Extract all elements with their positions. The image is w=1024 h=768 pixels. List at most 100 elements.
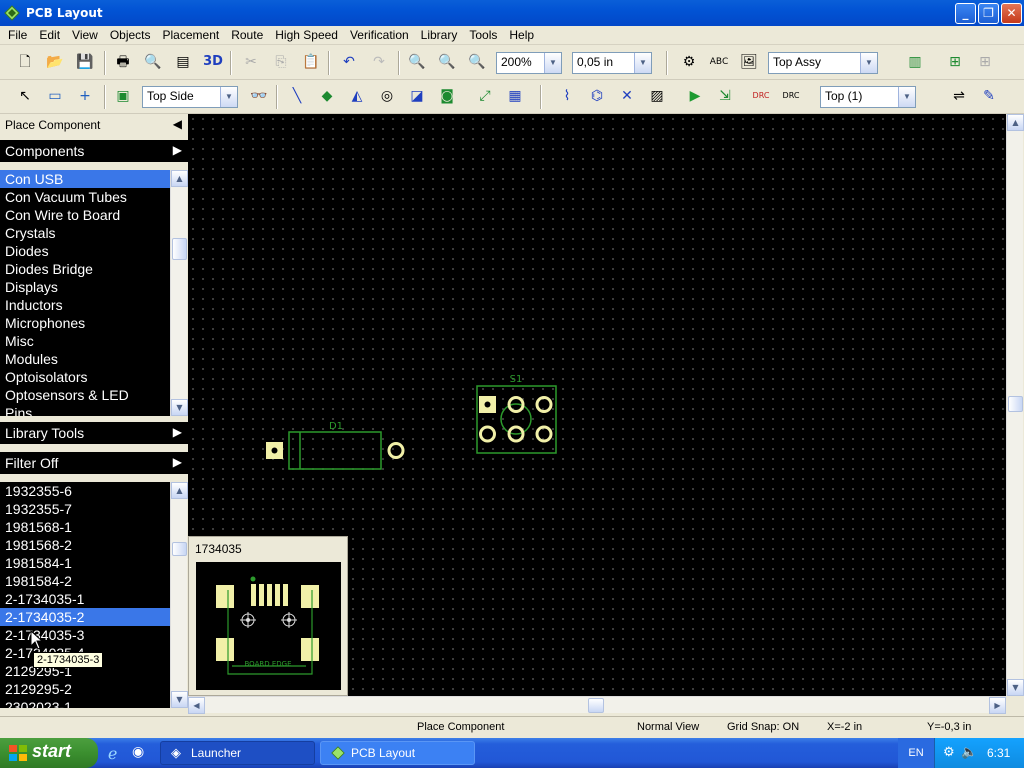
components-header[interactable]: Components ▶ xyxy=(0,140,188,162)
edit-icon[interactable]: ✎ xyxy=(978,85,1000,107)
scroll-thumb[interactable] xyxy=(172,238,187,260)
spellcheck-icon[interactable]: ABC xyxy=(708,51,730,73)
autoroute-icon[interactable]: ⌬ xyxy=(586,85,608,107)
zoom-out-icon[interactable]: 🔍 xyxy=(436,51,458,73)
menu-route[interactable]: Route xyxy=(225,28,269,42)
list-item[interactable]: 2302023-1 xyxy=(0,698,170,708)
list-item[interactable]: Modules xyxy=(0,350,170,368)
drc-settings-icon[interactable]: DRC xyxy=(780,85,802,107)
internet-explorer-icon[interactable]: ℯ xyxy=(108,744,117,763)
part-scrollbar[interactable]: ▲ ▼ xyxy=(170,482,188,708)
list-item[interactable]: Optosensors & LED xyxy=(0,386,170,404)
component-icon[interactable]: ▣ xyxy=(112,85,134,107)
maximize-button[interactable]: ❐ xyxy=(978,3,999,24)
dimension-icon[interactable]: ⤢ xyxy=(474,85,496,107)
canvas-horizontal-scrollbar[interactable]: ◀ ▶ xyxy=(188,696,1006,714)
select-arrow-icon[interactable]: ↖ xyxy=(14,85,36,107)
polygon-icon[interactable]: ◪ xyxy=(406,85,428,107)
report-icon[interactable]: ▤ xyxy=(172,51,194,73)
cut-icon[interactable]: ✂ xyxy=(240,51,262,73)
scroll-thumb[interactable] xyxy=(1008,396,1023,412)
list-item[interactable]: Crystals xyxy=(0,224,170,242)
list-item[interactable]: Optoisolators xyxy=(0,368,170,386)
volume-icon[interactable]: 🔈 xyxy=(961,744,977,760)
menu-library[interactable]: Library xyxy=(415,28,464,42)
side-select[interactable]: Top Side ▼ xyxy=(142,86,238,108)
print-icon[interactable]: 🖶 xyxy=(112,51,134,73)
arc-icon[interactable]: ◭ xyxy=(346,85,368,107)
menu-placement[interactable]: Placement xyxy=(157,28,226,42)
scroll-down-icon[interactable]: ▼ xyxy=(171,399,188,416)
menu-file[interactable]: File xyxy=(2,28,33,42)
menu-edit[interactable]: Edit xyxy=(33,28,66,42)
image-icon[interactable]: 🖼 xyxy=(738,51,760,73)
list-item[interactable]: 2-1734035-3 xyxy=(0,626,170,644)
list-item[interactable]: 1981584-1 xyxy=(0,554,170,572)
menu-verification[interactable]: Verification xyxy=(344,28,415,42)
list-item[interactable]: 2129295-2 xyxy=(0,680,170,698)
list-item[interactable]: 1981584-2 xyxy=(0,572,170,590)
copy-icon[interactable]: ⎘ xyxy=(270,51,292,73)
component-d1[interactable]: D1 xyxy=(266,421,405,470)
filter-header[interactable]: Filter Off ▶ xyxy=(0,452,188,474)
list-item[interactable]: 1981568-2 xyxy=(0,536,170,554)
list-item[interactable]: 1932355-6 xyxy=(0,482,170,500)
list-item[interactable]: Con Vacuum Tubes xyxy=(0,188,170,206)
via-icon[interactable]: ◎ xyxy=(376,85,398,107)
scroll-down-icon[interactable]: ▼ xyxy=(1007,679,1024,696)
taskbar-pcb-layout[interactable]: PCB Layout xyxy=(320,741,475,765)
menu-tools[interactable]: Tools xyxy=(463,28,503,42)
grid-select[interactable]: 0,05 in ▼ xyxy=(572,52,652,74)
scroll-right-icon[interactable]: ▶ xyxy=(989,697,1006,714)
collapse-left-icon[interactable]: ◀ xyxy=(173,117,182,131)
scroll-thumb[interactable] xyxy=(172,542,187,556)
menu-view[interactable]: View xyxy=(66,28,104,42)
minimize-button[interactable]: _ xyxy=(955,3,976,24)
run-icon[interactable]: ▶ xyxy=(684,85,706,107)
list-item[interactable]: Diodes Bridge xyxy=(0,260,170,278)
save-icon[interactable]: 💾 xyxy=(74,51,96,73)
trace-icon[interactable]: ╲ xyxy=(286,85,308,107)
pad-icon[interactable]: ◆ xyxy=(316,85,338,107)
scroll-left-icon[interactable]: ◀ xyxy=(188,697,205,714)
scroll-up-icon[interactable]: ▲ xyxy=(1007,114,1024,131)
list-item[interactable]: 2-1734035-2 xyxy=(0,608,170,626)
component-s1[interactable]: S1 xyxy=(476,374,557,454)
canvas-vertical-scrollbar[interactable]: ▲ ▼ xyxy=(1006,114,1024,696)
print-preview-icon[interactable]: 🔍 xyxy=(142,51,164,73)
list-item[interactable]: Inductors xyxy=(0,296,170,314)
list-item[interactable]: Microphones xyxy=(0,314,170,332)
drc-icon[interactable]: DRC xyxy=(750,85,772,107)
list-item[interactable]: Con USB xyxy=(0,170,170,188)
list-item[interactable]: 1981568-1 xyxy=(0,518,170,536)
category-scrollbar[interactable]: ▲ ▼ xyxy=(170,170,188,416)
zoom-select[interactable]: 200% ▼ xyxy=(496,52,562,74)
flip-icon[interactable]: ⇌ xyxy=(948,85,970,107)
open-folder-icon[interactable]: 📂 xyxy=(44,51,66,73)
zoom-in-icon[interactable]: 🔍 xyxy=(406,51,428,73)
3d-view-icon[interactable]: 3D xyxy=(202,51,224,73)
scroll-up-icon[interactable]: ▲ xyxy=(171,170,188,187)
scroll-thumb[interactable] xyxy=(588,698,604,713)
menu-high-speed[interactable]: High Speed xyxy=(269,28,344,42)
layer-select[interactable]: Top (1) ▼ xyxy=(820,86,916,108)
paste-icon[interactable]: 📋 xyxy=(300,51,322,73)
undo-icon[interactable]: ↶ xyxy=(338,51,360,73)
menu-objects[interactable]: Objects xyxy=(104,28,157,42)
list-item[interactable]: Misc xyxy=(0,332,170,350)
route-icon[interactable]: ⌇ xyxy=(556,85,578,107)
start-button[interactable]: start xyxy=(0,738,98,768)
media-icon[interactable]: ◉ xyxy=(132,744,144,760)
list-item[interactable]: 1932355-7 xyxy=(0,500,170,518)
list-item[interactable]: Displays xyxy=(0,278,170,296)
copper-pour-icon[interactable]: ◙ xyxy=(436,85,458,107)
list-item[interactable]: Pins xyxy=(0,404,170,416)
list-item[interactable]: Con Wire to Board xyxy=(0,206,170,224)
measure-icon[interactable]: ▭ xyxy=(44,85,66,107)
netlist-icon[interactable]: ⊞ xyxy=(974,51,996,73)
layers-icon[interactable]: ▥ xyxy=(904,51,926,73)
export-icon[interactable]: ⇲ xyxy=(714,85,736,107)
properties-icon[interactable]: ⚙ xyxy=(678,51,700,73)
ratsnest-icon[interactable]: ✕ xyxy=(616,85,638,107)
network-icon[interactable]: ⚙ xyxy=(943,744,955,760)
